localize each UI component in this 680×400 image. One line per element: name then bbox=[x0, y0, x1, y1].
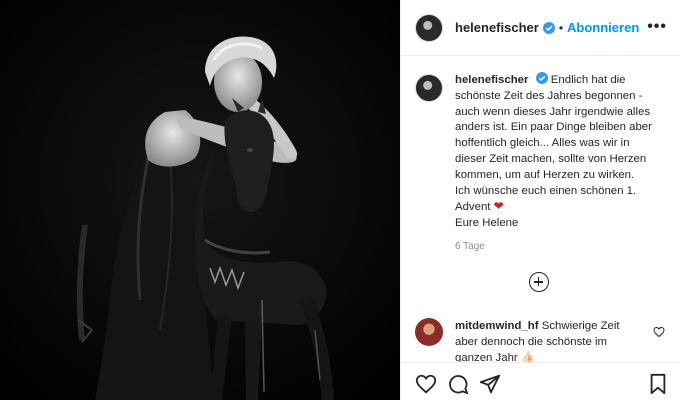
add-comment-icon[interactable] bbox=[529, 272, 549, 292]
like-icon[interactable] bbox=[415, 373, 437, 395]
post-actions-bar bbox=[401, 362, 680, 400]
caption-line: Advent bbox=[455, 201, 491, 214]
comment-line: Schwierige Zeit bbox=[541, 320, 620, 332]
comment-icon[interactable] bbox=[447, 373, 469, 395]
author-avatar[interactable] bbox=[415, 13, 443, 42]
caption-line: kommen, um auf Herzen zu wirken. bbox=[455, 168, 635, 181]
post-photo[interactable] bbox=[0, 0, 400, 400]
comment-text: mitdemwind_hf Schwierige Zeit aber denno… bbox=[455, 318, 645, 366]
caption-line: Eure Helene bbox=[455, 217, 519, 230]
comment-line: aber dennoch die schönste im bbox=[455, 336, 607, 348]
caption-line: anders ist. Ein paar Dinge bleiben aber bbox=[455, 121, 652, 134]
verified-badge-icon bbox=[535, 72, 548, 84]
caption-line: dieser Zeit machen, sollte von Herzen bbox=[455, 152, 647, 165]
more-options-icon[interactable]: ••• bbox=[647, 18, 667, 36]
instagram-post-modal: helenefischer • Abonnieren ••• helenefis… bbox=[0, 0, 680, 400]
caption-advent-line: Advent ❤ bbox=[455, 199, 652, 216]
header-separator: • bbox=[558, 20, 564, 35]
save-icon[interactable] bbox=[647, 373, 669, 395]
caption-line: Ich wünsche euch einen schönen 1. bbox=[455, 184, 637, 197]
comment-like-icon[interactable] bbox=[653, 326, 665, 338]
comment-item: mitdemwind_hf Schwierige Zeit aber denno… bbox=[415, 318, 675, 366]
caption-first-line: helenefischer Endlich hat die bbox=[455, 72, 652, 89]
post-header: helenefischer • Abonnieren ••• bbox=[401, 0, 680, 56]
post-sidebar: helenefischer • Abonnieren ••• helenefis… bbox=[400, 0, 680, 400]
caption-username[interactable]: helenefischer bbox=[455, 74, 528, 86]
caption-line: Endlich hat die bbox=[550, 74, 626, 86]
verified-badge-icon bbox=[542, 21, 555, 34]
share-icon[interactable] bbox=[479, 373, 501, 395]
photo-illustration bbox=[0, 0, 400, 400]
author-username[interactable]: helenefischer bbox=[455, 20, 539, 35]
post-age[interactable]: 6 Tage bbox=[455, 241, 485, 252]
caption-line: hoffentlich gleich... Alles was wir in bbox=[455, 137, 630, 150]
caption-text: helenefischer Endlich hat die schönste Z… bbox=[455, 72, 652, 232]
follow-button[interactable]: Abonnieren bbox=[567, 20, 639, 35]
commenter-username[interactable]: mitdemwind_hf bbox=[455, 320, 539, 332]
commenter-avatar[interactable] bbox=[415, 318, 443, 346]
post-caption: helenefischer Endlich hat die schönste Z… bbox=[415, 72, 673, 232]
red-heart-emoji: ❤ bbox=[493, 199, 504, 214]
caption-avatar[interactable] bbox=[415, 74, 443, 102]
caption-line: schönste Zeit des Jahres begonnen - bbox=[455, 89, 643, 102]
caption-line: auch wenn dieses Jahr irgendwie alles bbox=[455, 105, 651, 118]
